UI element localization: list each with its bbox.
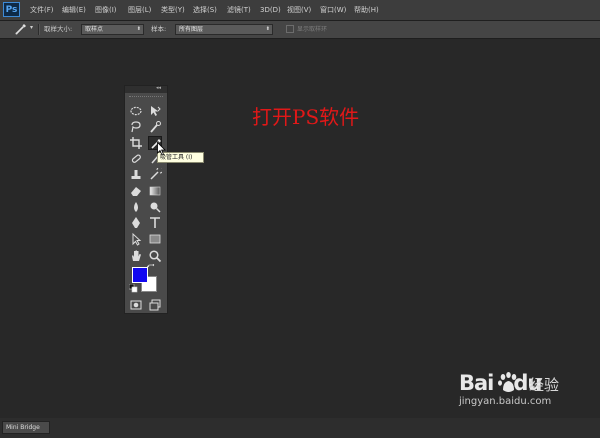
menu-bar: Ps 文件(F) 编辑(E) 图像(I) 图层(L) 类型(Y) 选择(S) 滤… xyxy=(0,0,600,21)
sample-size-select[interactable]: 取样点 ⬍ xyxy=(81,24,144,35)
clone-stamp-icon[interactable] xyxy=(129,168,143,182)
rectangle-shape-icon[interactable] xyxy=(148,232,162,246)
hand-icon[interactable] xyxy=(129,249,143,263)
menu-3d[interactable]: 3D(D) xyxy=(260,0,281,20)
jingyan-text: 经验 xyxy=(529,376,560,394)
mini-bridge-tab[interactable]: Mini Bridge xyxy=(2,421,50,434)
sample-value: 所有图层 xyxy=(179,26,204,33)
dodge-icon[interactable] xyxy=(148,200,162,214)
pen-icon[interactable] xyxy=(129,216,143,230)
show-ring-checkbox[interactable] xyxy=(286,25,294,33)
divider xyxy=(38,24,40,35)
menu-type[interactable]: 类型(Y) xyxy=(161,0,185,20)
eraser-icon[interactable] xyxy=(129,184,143,198)
blur-icon[interactable] xyxy=(129,200,143,214)
baidu-paw-icon xyxy=(498,372,517,392)
sample-size-label: 取样大小: xyxy=(44,25,73,33)
foreground-color-swatch[interactable] xyxy=(132,267,148,283)
menu-window[interactable]: 窗口(W) xyxy=(320,0,346,20)
screen-mode-icon[interactable] xyxy=(148,298,162,312)
quick-selection-icon[interactable] xyxy=(148,120,162,134)
show-ring-label: 显示取样环 xyxy=(297,26,328,33)
menu-image[interactable]: 图像(I) xyxy=(95,0,117,20)
app-logo: Ps xyxy=(3,2,20,17)
double-chevron-icon[interactable]: ◂◂ xyxy=(156,85,161,91)
healing-brush-icon[interactable] xyxy=(129,152,143,166)
crop-icon[interactable] xyxy=(129,136,143,150)
menu-help[interactable]: 帮助(H) xyxy=(354,0,379,20)
menu-layer[interactable]: 图层(L) xyxy=(128,0,151,20)
sample-select[interactable]: 所有图层 ⬍ xyxy=(175,24,273,35)
menu-view[interactable]: 视图(V) xyxy=(287,0,311,20)
zoom-icon[interactable] xyxy=(148,249,162,263)
watermark-url: jingyan.baidu.com xyxy=(459,396,552,407)
lasso-icon[interactable] xyxy=(129,120,143,134)
menu-edit[interactable]: 编辑(E) xyxy=(62,0,86,20)
history-brush-icon[interactable] xyxy=(148,168,162,182)
gradient-icon[interactable] xyxy=(148,184,162,198)
chevron-updown-icon: ⬍ xyxy=(136,26,141,32)
annotation-text: 打开PS软件 xyxy=(252,105,360,129)
menu-file[interactable]: 文件(F) xyxy=(30,0,54,20)
tool-preset-arrow-icon[interactable]: ▾ xyxy=(30,24,33,31)
menu-select[interactable]: 选择(S) xyxy=(193,0,217,20)
move-icon[interactable] xyxy=(148,104,162,118)
sample-size-value: 取样点 xyxy=(85,26,104,33)
mouse-cursor-icon xyxy=(157,142,166,156)
path-selection-icon[interactable] xyxy=(129,232,143,246)
quick-mask-icon[interactable] xyxy=(129,298,143,312)
status-bar xyxy=(0,418,600,438)
eyedropper-icon[interactable] xyxy=(14,22,28,36)
chevron-updown-icon: ⬍ xyxy=(265,26,270,32)
menu-filter[interactable]: 滤镜(T) xyxy=(227,0,251,20)
panel-header[interactable]: ◂◂ xyxy=(125,85,167,93)
sample-label: 样本: xyxy=(151,25,167,33)
type-icon[interactable] xyxy=(148,216,162,230)
default-colors-icon[interactable] xyxy=(129,284,138,293)
elliptical-marquee-icon[interactable] xyxy=(129,104,143,118)
baidu-watermark: Bai du 经验 jingyan.baidu.com xyxy=(459,371,587,407)
swap-colors-icon[interactable] xyxy=(147,264,156,273)
workspace xyxy=(0,39,600,418)
panel-grip[interactable] xyxy=(129,96,163,99)
